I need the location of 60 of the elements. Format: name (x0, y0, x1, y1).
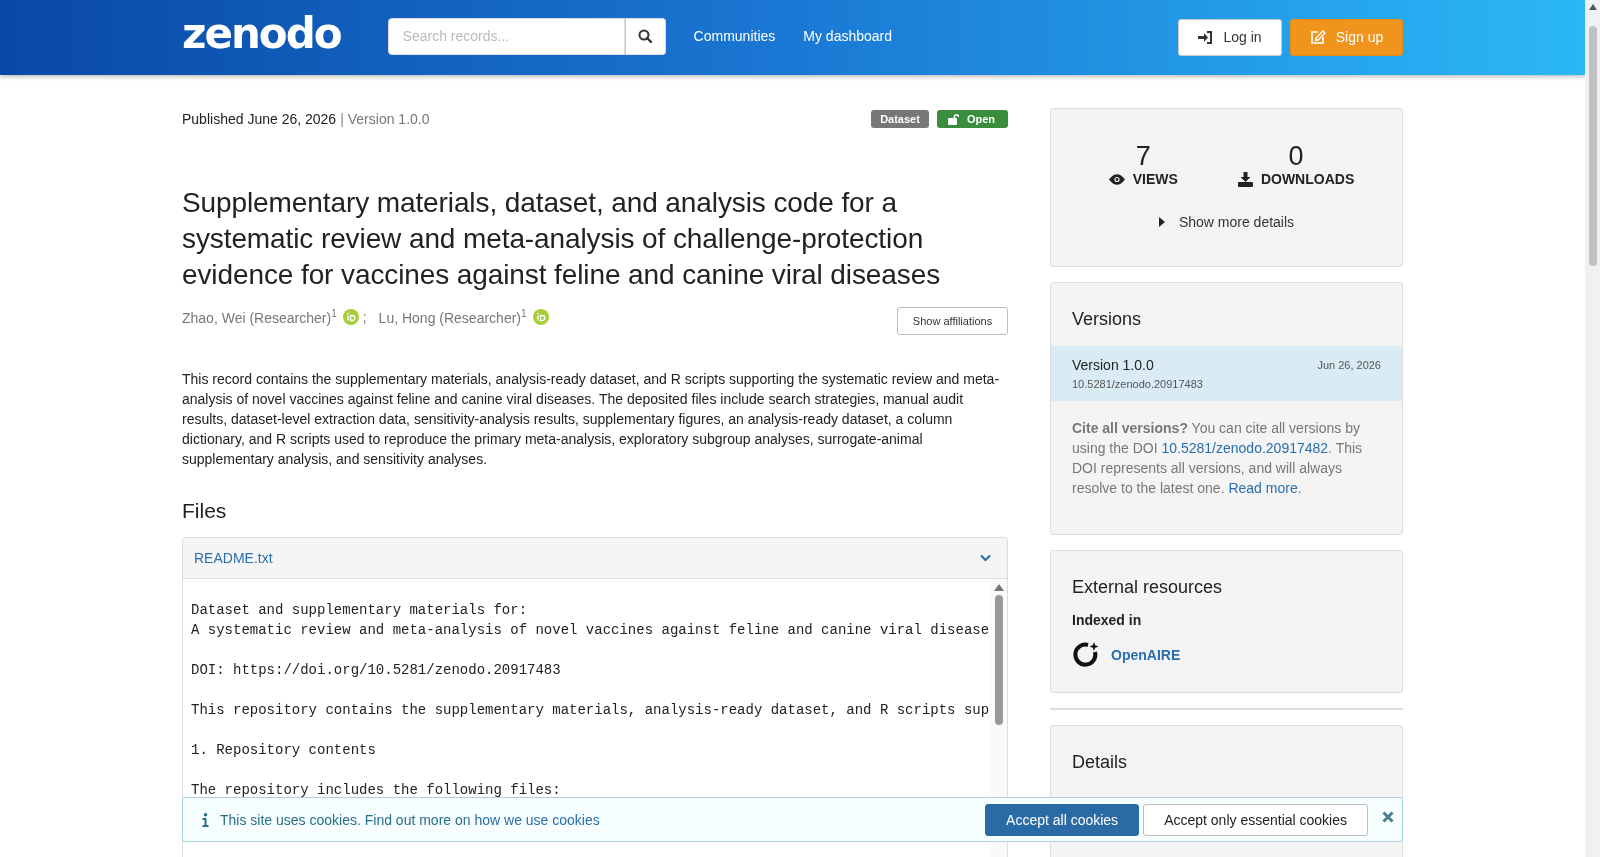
stat-label: VIEWS (1132, 171, 1178, 187)
text-line: DOI: https://doi.org/10.5281/zenodo.20917483 (191, 661, 562, 680)
unlock-icon (947, 113, 959, 125)
read-more-link[interactable]: Read more (1228, 480, 1298, 496)
sign-in-icon (1198, 30, 1214, 44)
eye-icon (1108, 173, 1125, 185)
record-title: Supplementary materials, dataset, and analysis code for a systematic review and meta-analysis of challenge-protection evidence for vaccines against feline and canine viral diseases (182, 186, 942, 292)
creator-name[interactable]: Lu, Hong (Researcher)$^{1}$ (378, 308, 527, 326)
text-line: 1. Repository contents (191, 741, 377, 760)
scrollbar-thumb[interactable] (1588, 26, 1597, 266)
access-badge: Open (936, 110, 1008, 128)
chevron-down-icon[interactable] (980, 554, 991, 562)
cookie-policy-link[interactable]: how we use cookies (474, 811, 600, 828)
card-heading: Details (1071, 751, 1129, 774)
preview-header[interactable]: README.txt (183, 538, 1007, 579)
download-icon (1237, 171, 1253, 187)
show-more-details-button[interactable]: Show more details (1051, 213, 1402, 231)
nav-link[interactable]: Communities (693, 27, 776, 44)
login-button[interactable]: Log in (1178, 18, 1282, 56)
resource-type-badge: Dataset (871, 110, 929, 128)
edit-icon (1309, 29, 1326, 45)
card-heading: Versions (1071, 308, 1143, 331)
accept-essential-button[interactable]: Accept only essential cookies (1143, 803, 1368, 836)
text-line: The repository includes the following files: (191, 781, 562, 800)
search-field[interactable]: Search records... (387, 17, 625, 55)
stat-label: DOWNLOADS (1260, 171, 1355, 187)
indexed-in-label: Indexed in (1071, 612, 1143, 628)
version-item[interactable]: Version 1.0.0 Jun 26, 2026 10.5281/zenodo.20917483 (1051, 346, 1402, 401)
version-doi: 10.5281/zenodo.20917483 (1072, 378, 1204, 390)
search-icon (638, 29, 653, 43)
scrollbar-thumb[interactable] (995, 595, 1003, 725)
accept-all-button[interactable]: Accept all cookies (985, 803, 1140, 836)
version-date: Jun 26, 2026 (1317, 359, 1381, 371)
show-affiliations-button[interactable]: Show affiliations (897, 307, 1008, 335)
nav-link[interactable]: My dashboard (803, 27, 893, 44)
publication-date: Published June 26, 2026 (182, 111, 337, 127)
file-name-link[interactable]: README.txt (194, 550, 273, 566)
description-text: This record contains the supplementary materials, analysis-ready dataset, and R scripts supporting the systematic review and meta-analysis of novel vaccines against feline and canine viral diseases. The deposited files include search strategies, manual audit results, dataset-level extraction data, sensitivity-analysis results, supplementary figures, an analysis-ready dataset, a column dictionary, and R scripts used to reproduce the primary meta-analysis, exploratory subgroup analyses, surrogate-animal supplementary analysis, and sensitivity analyses. (182, 370, 1001, 469)
creator-name[interactable]: Zhao, Wei (Researcher)$^{1}$ (182, 308, 337, 326)
cookie-text: This site uses cookies. Find out more on how we use cookies (220, 811, 600, 828)
logo[interactable]: zenodo (182, 6, 345, 61)
scroll-up-arrow-icon[interactable] (1588, 4, 1597, 10)
info-icon (202, 812, 209, 827)
version-label: Version 1.0.0 (347, 111, 430, 127)
close-icon[interactable] (1382, 810, 1394, 823)
resource-link[interactable]: OpenAIRE (1111, 646, 1181, 663)
stat-value: 7 (1135, 141, 1151, 171)
text-line: Dataset and supplementary materials for: (191, 601, 529, 620)
version-name: Version 1.0.0 (1072, 357, 1155, 373)
files-heading: Files (182, 499, 228, 523)
scroll-up-arrow-icon[interactable] (994, 584, 1004, 591)
text-line: A systematic review and meta-analysis of novel vaccines against feline and canine viral disease (191, 621, 991, 640)
search-button[interactable] (624, 17, 666, 55)
stat-value: 0 (1288, 141, 1304, 171)
cite-text: Cite all versions? You can cite all versions by using the DOI 10.5281/zenodo.20917482. This DOI represents all versions, and will always resolve to the latest one. Read more. (1071, 419, 1364, 498)
card-heading: External resources (1071, 576, 1224, 599)
circular-arrow-icon (1072, 641, 1099, 668)
separator: | (340, 111, 344, 127)
text-line: This repository contains the supplementary materials, analysis-ready dataset, and R scripts sup (191, 701, 991, 720)
separator: ; (362, 309, 367, 325)
